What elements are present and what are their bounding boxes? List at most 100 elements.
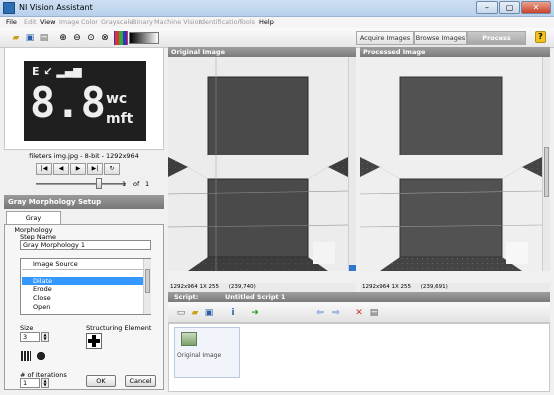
original-vscroll[interactable] [348,57,356,271]
title-bar: NI Vision Assistant – ▢ ✕ [0,0,554,17]
last-image-button[interactable]: ▶| [87,163,103,175]
of-label: of [133,180,140,188]
menu-view[interactable]: View [40,18,55,26]
original-image-view[interactable] [168,57,348,271]
script-toolbar: ▭ ▰ ▣ i ➜ ⇦ ⇨ ✕ ▤ [168,302,550,323]
original-coords: (239,740) [228,284,256,290]
run-once-icon[interactable]: ➜ [248,306,262,320]
menu-tools[interactable]: Tools [239,18,255,26]
lcd-digits: 8.8 [30,78,106,127]
setup-header: Gray Morphology Setup [4,195,164,209]
first-image-button[interactable]: |◀ [36,163,52,175]
image-slider-thumb[interactable] [96,178,102,189]
menu-bar: File Edit View Image Color Grayscale Bin… [0,17,554,28]
menu-edit[interactable]: Edit [24,18,37,26]
size-stepper-icon[interactable]: ▲ ▼ [41,332,49,342]
step-back-icon[interactable]: ⇦ [313,306,327,320]
processed-scroll-thumb[interactable] [544,147,549,197]
processed-vscroll[interactable] [542,57,550,271]
script-label: Script: [174,293,199,301]
original-image-title: Original Image [168,47,356,57]
iterations-field[interactable]: 1 [20,378,40,388]
save-script-icon[interactable]: ▣ [202,306,216,320]
refresh-image-button[interactable]: ↻ [104,163,120,175]
original-image-svg [168,57,348,271]
menu-binary[interactable]: Binary [132,18,153,26]
lut-icon[interactable] [114,31,128,45]
original-status-bar: 1292x964 1X 255 (239,740) [168,283,356,292]
cancel-button[interactable]: Cancel [125,375,156,387]
open-script-icon[interactable]: ▰ [188,306,202,320]
tab-process-images[interactable]: Process Images [467,31,526,54]
step-label: Original Image [177,352,222,359]
image-total: 1 [145,180,150,188]
iterations-stepper-icon[interactable]: ▲ ▼ [41,378,49,388]
menu-help[interactable]: Help [259,18,274,26]
hexagon-element-icon[interactable] [36,351,46,361]
list-item[interactable]: Erode [22,285,143,293]
image-slider-track[interactable] [36,183,126,185]
tab-browse-images[interactable]: Browse Images [414,31,467,45]
list-scroll-thumb[interactable] [145,269,150,293]
zoom-out-icon[interactable]: ⊖ [70,31,84,45]
list-item[interactable]: Open [22,303,143,311]
lut-gradient-icon[interactable] [129,32,159,44]
lcd-thumbnail[interactable]: E ↙ ▂▄▆ 8.8 wc mft [24,61,146,141]
tab-gray-morphology[interactable]: Gray Morphology [6,211,61,234]
menu-grayscale[interactable]: Grayscale [101,18,133,26]
structuring-element-label: Structuring Element [86,324,152,332]
close-button[interactable]: ✕ [521,1,551,14]
structuring-element-grid[interactable] [86,333,102,349]
delete-step-icon[interactable]: ✕ [352,306,366,320]
size-field[interactable]: 3 [20,332,40,342]
menu-file[interactable]: File [6,18,17,26]
processed-coords: (239,691) [420,284,448,290]
zoom-fit-icon[interactable]: ⊗ [98,31,112,45]
step-forward-icon[interactable]: ⇨ [329,306,343,320]
script-name: Untitled Script 1 [225,293,286,301]
ok-button[interactable]: OK [86,375,116,387]
next-image-button[interactable]: ▶ [70,163,86,175]
operation-list[interactable]: Image Source Dilate Erode Close Open [20,258,151,315]
size-label: Size [20,324,34,332]
step-name-field[interactable]: Gray Morphology 1 [20,240,151,250]
square-element-icon[interactable] [21,351,31,361]
help-icon[interactable]: ? [535,31,546,43]
prev-image-button[interactable]: ◀ [53,163,69,175]
menu-identification[interactable]: Identification [199,18,242,26]
maximize-button[interactable]: ▢ [499,1,520,14]
menu-image[interactable]: Image [59,18,79,26]
list-item-selected[interactable]: Dilate [22,277,143,285]
list-scrollbar[interactable] [143,259,151,314]
zoom-one-icon[interactable]: ⊙ [84,31,98,45]
edit-step-icon[interactable]: ▤ [367,306,381,320]
processed-image-view[interactable] [360,57,542,271]
zoom-in-icon[interactable]: ⊕ [56,31,70,45]
image-step-icon [181,332,197,346]
info-icon[interactable]: i [226,306,240,320]
list-item[interactable]: Image Source [22,260,143,268]
ni-logo-icon [3,2,15,14]
scroll-down-icon[interactable] [349,265,356,271]
new-script-icon[interactable]: ▭ [174,306,188,320]
processed-image-svg [360,57,542,271]
main-toolbar: ▰ ▣ ▤ ⊕ ⊖ ⊙ ⊗ Acquire Images Browse Imag… [0,28,554,54]
processed-dims: 1292x964 1X 255 [362,284,412,290]
lcd-top-glyphs: E ↙ ▂▄▆ [32,65,82,78]
image-index: 1 [122,180,127,188]
save-icon[interactable]: ▣ [23,31,37,45]
processed-image-title: Processed Image [360,47,550,57]
lcd-unit-1: wc [106,91,128,107]
menu-machine-vision[interactable]: Machine Vision [154,18,203,26]
processed-status-bar: 1292x964 1X 255 (239,691) [360,283,550,292]
open-icon[interactable]: ▰ [9,31,23,45]
lcd-unit-2: mft [106,111,134,127]
script-header: Script: Untitled Script 1 [168,292,550,302]
tab-acquire-images[interactable]: Acquire Images [356,31,414,45]
print-icon[interactable]: ▤ [37,31,51,45]
script-step[interactable]: Original Image [174,327,240,378]
list-item[interactable]: Close [22,294,143,302]
image-caption: fileters img.jpg - 8-bit - 1292x964 [29,152,139,160]
minimize-button[interactable]: – [476,1,498,14]
menu-color[interactable]: Color [81,18,98,26]
